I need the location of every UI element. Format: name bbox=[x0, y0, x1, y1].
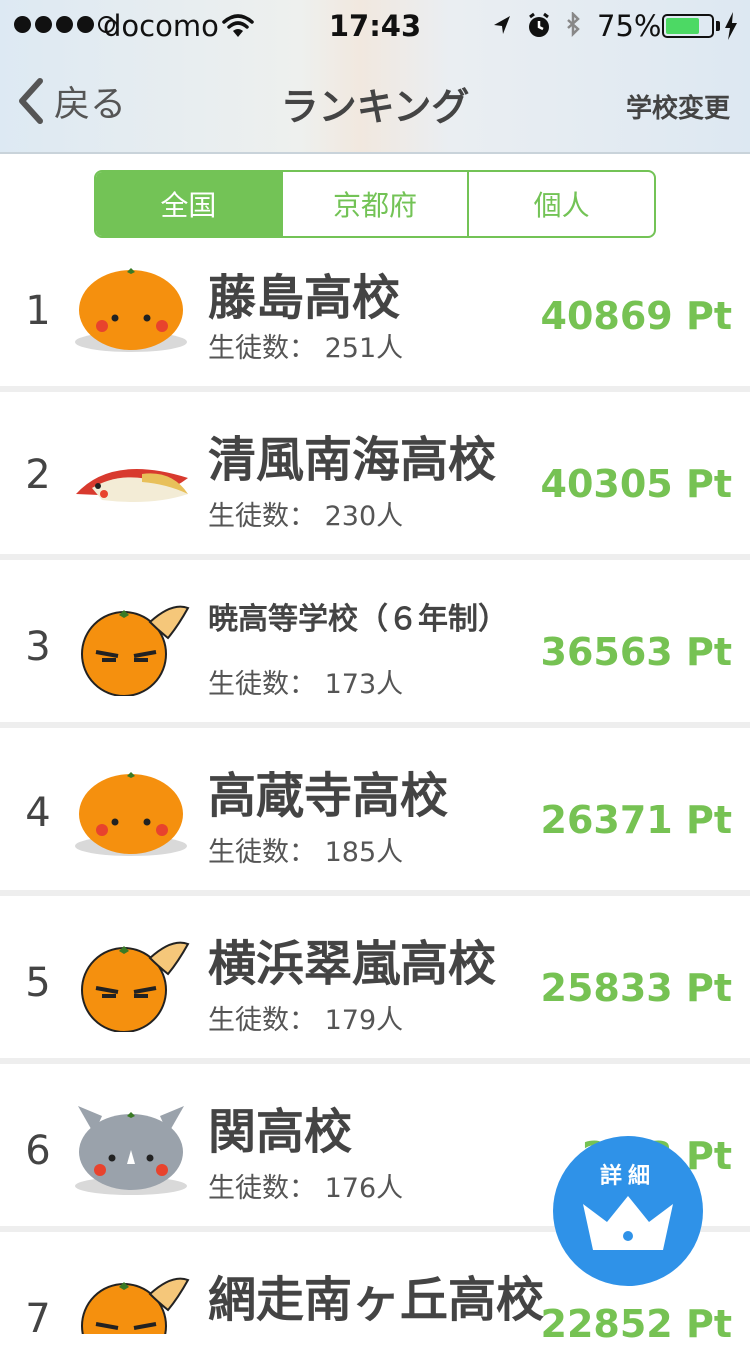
school-name: 藤島高校 bbox=[208, 270, 401, 326]
tab-kyoto[interactable]: 京都府 bbox=[280, 172, 468, 236]
location-alarm-bluetooth-icons bbox=[494, 12, 580, 38]
top-bar: docomo 17:43 75% 戻る ランキング 学校変更 bbox=[0, 0, 750, 154]
fox-orange-mascot-icon bbox=[81, 941, 190, 1032]
change-school-button[interactable]: 学校変更 bbox=[626, 88, 730, 125]
student-count: 生徒数： 176人 bbox=[208, 1173, 404, 1204]
rank-number: 1 bbox=[25, 288, 51, 334]
school-name: 暁高等学校（６年制） bbox=[208, 602, 508, 637]
region-tabs: 全国 京都府 個人 bbox=[94, 170, 656, 238]
student-count: 生徒数： 173人 bbox=[208, 669, 404, 700]
rank-number: 6 bbox=[25, 1128, 51, 1174]
orange-mascot-icon bbox=[75, 772, 187, 856]
school-points: 40869 Pt bbox=[540, 294, 732, 338]
rank-number: 4 bbox=[25, 790, 51, 836]
school-points: 25833 Pt bbox=[540, 966, 732, 1010]
rank-number: 2 bbox=[25, 452, 51, 498]
student-count: 生徒数： 251人 bbox=[208, 333, 404, 364]
school-points: 26371 Pt bbox=[540, 798, 732, 842]
fox-orange-mascot-icon bbox=[81, 1277, 190, 1334]
detail-button[interactable]: 詳細 bbox=[553, 1136, 703, 1286]
tab-individual[interactable]: 個人 bbox=[467, 172, 654, 236]
rank-number: 3 bbox=[25, 624, 51, 670]
ranking-row[interactable]: 1 藤島高校 生徒数： 251人 40869 Pt bbox=[0, 240, 750, 386]
school-points: 36563 Pt bbox=[540, 630, 732, 674]
school-name: 関高校 bbox=[208, 1104, 353, 1160]
battery-icon bbox=[662, 14, 714, 38]
orange-mascot-icon bbox=[75, 268, 187, 352]
rank-number: 5 bbox=[25, 960, 51, 1006]
ranking-row[interactable]: 2 清風南海高校 生徒数： 230人 40305 Pt bbox=[0, 392, 750, 538]
student-count: 生徒数： 179人 bbox=[208, 1005, 404, 1036]
crown-icon bbox=[583, 1196, 673, 1250]
status-bar: docomo 17:43 75% bbox=[0, 0, 750, 52]
ranking-row[interactable]: 5 横浜翠嵐高校 生徒数： 179人 25833 Pt bbox=[0, 896, 750, 1042]
bird-mascot-icon bbox=[76, 469, 188, 502]
ranking-row[interactable]: 4 高蔵寺高校 生徒数： 185人 26371 Pt bbox=[0, 728, 750, 874]
school-name: 横浜翠嵐高校 bbox=[208, 936, 497, 992]
ranking-row[interactable]: 3 暁高等学校（６年制） 生徒数： 173人 36563 Pt bbox=[0, 560, 750, 706]
school-name: 網走南ヶ丘高校 bbox=[208, 1272, 545, 1328]
tab-national[interactable]: 全国 bbox=[96, 172, 281, 236]
school-name: 清風南海高校 bbox=[208, 432, 497, 488]
school-points: 22852 Pt bbox=[540, 1302, 732, 1346]
school-name: 高蔵寺高校 bbox=[208, 768, 449, 824]
battery-percent: 75% bbox=[597, 9, 662, 43]
charging-bolt-icon bbox=[725, 12, 737, 40]
student-count: 生徒数： 185人 bbox=[208, 837, 404, 868]
rhino-mascot-icon bbox=[75, 1106, 187, 1195]
rank-number: 7 bbox=[25, 1296, 51, 1342]
school-points: 40305 Pt bbox=[540, 462, 732, 506]
student-count: 生徒数： 230人 bbox=[208, 501, 404, 532]
detail-label: 詳細 bbox=[599, 1164, 656, 1189]
battery-tip bbox=[716, 21, 720, 31]
fox-orange-mascot-icon bbox=[81, 605, 190, 696]
